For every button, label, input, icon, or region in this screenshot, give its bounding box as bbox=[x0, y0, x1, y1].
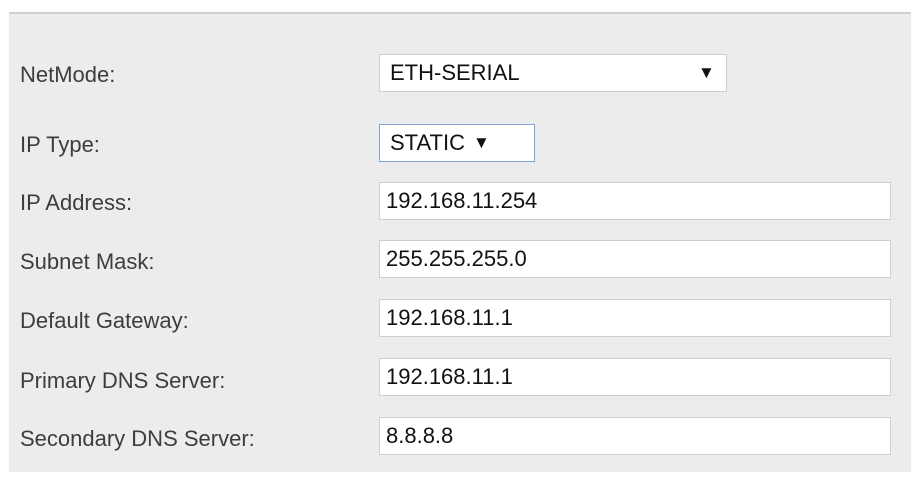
subnet-mask-input[interactable]: 255.255.255.0 bbox=[379, 240, 891, 278]
netmode-select[interactable]: ETH-SERIAL ▼ bbox=[379, 54, 727, 92]
secondary-dns-label: Secondary DNS Server: bbox=[20, 426, 255, 451]
primary-dns-input[interactable]: 192.168.11.1 bbox=[379, 358, 891, 396]
ip-type-select[interactable]: STATIC ▼ bbox=[379, 124, 535, 162]
ip-type-label: IP Type: bbox=[20, 132, 100, 157]
primary-dns-label: Primary DNS Server: bbox=[20, 368, 226, 393]
default-gateway-label: Default Gateway: bbox=[20, 308, 189, 333]
ip-address-label: IP Address: bbox=[20, 190, 133, 215]
network-settings-panel: NetMode: ETH-SERIAL ▼ IP Type: STATIC ▼ … bbox=[9, 12, 911, 472]
ip-type-value: STATIC bbox=[390, 130, 465, 155]
subnet-mask-label: Subnet Mask: bbox=[20, 249, 155, 274]
netmode-label: NetMode: bbox=[20, 62, 116, 87]
chevron-down-icon: ▼ bbox=[698, 63, 715, 82]
ip-address-input[interactable]: 192.168.11.254 bbox=[379, 182, 891, 220]
default-gateway-input[interactable]: 192.168.11.1 bbox=[379, 299, 891, 337]
secondary-dns-input[interactable]: 8.8.8.8 bbox=[379, 417, 891, 455]
chevron-down-icon: ▼ bbox=[472, 133, 490, 152]
netmode-value: ETH-SERIAL bbox=[390, 60, 520, 85]
